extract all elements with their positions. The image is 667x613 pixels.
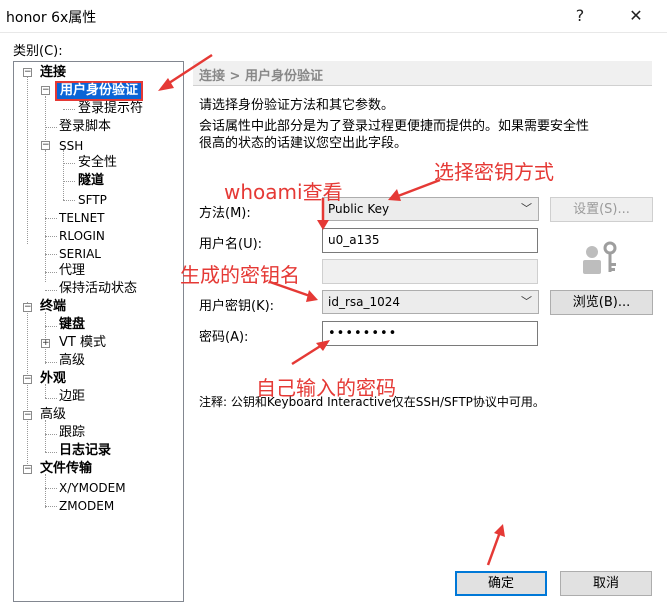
annotation-select-key: 选择密钥方式 xyxy=(434,160,554,184)
annotation-generated-key: 生成的密钥名 xyxy=(180,263,300,287)
annotation-whoami: whoami查看 xyxy=(224,180,343,204)
annotation-arrows xyxy=(158,53,505,566)
annotation-own-password: 自己输入的密码 xyxy=(256,376,396,400)
